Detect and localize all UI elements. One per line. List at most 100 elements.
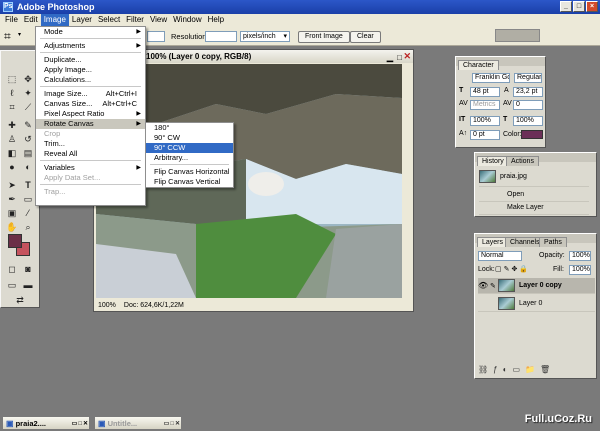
opacity-field[interactable]: 100%: [569, 251, 591, 261]
magic-wand-icon[interactable]: ✦: [21, 87, 35, 99]
text-color-swatch[interactable]: [521, 130, 543, 139]
image_menu-item-variables[interactable]: Variables ▶: [36, 163, 145, 173]
menu-filter[interactable]: Filter: [123, 14, 147, 26]
menu-file[interactable]: File: [2, 14, 21, 26]
tab-character[interactable]: Character: [458, 60, 499, 70]
zoom-level[interactable]: 100%: [98, 302, 116, 309]
tab-paths[interactable]: Paths: [539, 237, 567, 247]
quick-mask-mode-icon[interactable]: ◙: [21, 263, 35, 275]
imageready-icon[interactable]: ⇄: [13, 294, 27, 306]
hand-tool-icon[interactable]: ✋: [5, 221, 19, 233]
minimized-window-praia2[interactable]: ▣ praia2.... ▭□✕: [2, 416, 90, 430]
window-controls-icon[interactable]: ▭□✕: [164, 420, 181, 427]
image_menu-item-reveal-all[interactable]: Reveal All: [36, 149, 145, 159]
history-step-open[interactable]: Open: [479, 188, 589, 202]
crop-tool-icon[interactable]: ⌗: [5, 101, 19, 113]
type-tool-icon[interactable]: T: [21, 179, 35, 191]
menu-image[interactable]: Image: [40, 14, 69, 26]
resolution-unit-select[interactable]: pixels/inch ▾: [240, 31, 290, 42]
image_menu-item-rotate-canvas[interactable]: Rotate Canvas ▶: [36, 119, 145, 129]
history-step-make-layer[interactable]: Make Layer: [479, 201, 589, 215]
tab-layers[interactable]: Layers: [477, 237, 509, 247]
document-minimize-button[interactable]: ▁: [387, 51, 393, 64]
menu-view[interactable]: View: [147, 14, 170, 26]
font-style-select[interactable]: Regular: [514, 73, 542, 83]
menu-window[interactable]: Window: [170, 14, 204, 26]
document-close-button[interactable]: ✕: [403, 50, 411, 63]
close-button[interactable]: ×: [586, 1, 598, 12]
front-image-button[interactable]: Front Image: [298, 31, 350, 43]
rotate_menu-item-flip-canvas-vertical[interactable]: Flip Canvas Vertical: [146, 177, 233, 187]
image_menu-item-mode[interactable]: Mode ▶: [36, 27, 145, 37]
history-brush-icon[interactable]: ↺: [21, 133, 35, 145]
notes-tool-icon[interactable]: ▣: [5, 207, 19, 219]
rotate_menu-item-90-cw[interactable]: 90° CW: [146, 133, 233, 143]
fill-field[interactable]: 100%: [569, 265, 591, 275]
path-select-icon[interactable]: ➤: [5, 179, 19, 191]
font-size-field[interactable]: 48 pt: [470, 87, 500, 97]
tab-history[interactable]: History: [477, 156, 509, 166]
minimize-button[interactable]: _: [560, 1, 572, 12]
image_menu-item-calculations[interactable]: Calculations...: [36, 75, 145, 85]
rotate_menu-item-flip-canvas-horizontal[interactable]: Flip Canvas Horizontal: [146, 167, 233, 177]
image_menu-item-canvas-size[interactable]: Canvas Size... Alt+Ctrl+C: [36, 99, 145, 109]
crop-tool-icon[interactable]: ⌗: [4, 29, 11, 44]
blur-tool-icon[interactable]: ●: [5, 161, 19, 173]
vertical-scale-field[interactable]: 100%: [470, 116, 500, 126]
zoom-tool-icon[interactable]: ⌕: [21, 221, 35, 233]
image_menu-item-apply-image[interactable]: Apply Image...: [36, 65, 145, 75]
rotate_menu-item-90-ccw[interactable]: 90° CCW: [146, 143, 233, 153]
rotate_menu-item-arbitrary[interactable]: Arbitrary...: [146, 153, 233, 163]
window-controls-icon[interactable]: ▭□✕: [72, 420, 89, 427]
blend-mode-select[interactable]: Normal: [478, 251, 522, 261]
eye-icon[interactable]: 👁: [478, 281, 490, 290]
clear-button[interactable]: Clear: [350, 31, 381, 43]
lock-icons[interactable]: ▢✎✥🔒: [495, 265, 530, 273]
palette-well[interactable]: [495, 29, 540, 42]
move-tool-icon[interactable]: ✥: [21, 73, 35, 85]
image_menu-item-adjustments[interactable]: Adjustments ▶: [36, 41, 145, 51]
kerning-field[interactable]: Metrics: [470, 100, 500, 110]
chevron-down-icon[interactable]: ▾: [18, 31, 21, 38]
leading-field[interactable]: 23,2 pt: [513, 87, 543, 97]
menu-select[interactable]: Select: [95, 14, 123, 26]
font-family-select[interactable]: Franklin Gothic D...: [472, 73, 510, 83]
layer-row[interactable]: Layer 0: [478, 296, 595, 312]
shape-tool-icon[interactable]: ▭: [21, 193, 35, 205]
image_menu-item-duplicate[interactable]: Duplicate...: [36, 55, 145, 65]
brush-tool-icon[interactable]: ✎: [21, 119, 35, 131]
lasso-tool-icon[interactable]: ℓ: [5, 87, 19, 99]
layer-row-active[interactable]: 👁 ✎ Layer 0 copy: [478, 278, 595, 294]
slice-tool-icon[interactable]: ⟋: [21, 101, 35, 113]
quick-mask-icon[interactable]: ◻: [5, 263, 19, 275]
gradient-tool-icon[interactable]: ▤: [21, 147, 35, 159]
pen-tool-icon[interactable]: ✒: [5, 193, 19, 205]
resolution-field[interactable]: [205, 31, 237, 42]
layers-footer-icons[interactable]: ⛓ƒ◐▭📁🗑: [478, 365, 593, 375]
maximize-button[interactable]: □: [573, 1, 585, 12]
foreground-color-swatch[interactable]: [8, 234, 22, 248]
minimized-window-untitled[interactable]: ▣ Untitle... ▭□✕: [94, 416, 182, 430]
menu-edit[interactable]: Edit: [21, 14, 41, 26]
full-screen-icon[interactable]: ▬: [21, 279, 35, 291]
healing-brush-icon[interactable]: ✚: [5, 119, 19, 131]
clone-stamp-icon[interactable]: ♙: [5, 133, 19, 145]
horizontal-scale-field[interactable]: 100%: [513, 116, 543, 126]
menu-help[interactable]: Help: [205, 14, 227, 26]
eyedropper-icon[interactable]: ⁄: [21, 207, 35, 219]
tab-actions[interactable]: Actions: [506, 156, 539, 166]
image_menu-item-image-size[interactable]: Image Size... Alt+Ctrl+I: [36, 89, 145, 99]
document-maximize-button[interactable]: □: [397, 51, 402, 64]
marquee-tool-icon[interactable]: ⬚: [5, 73, 19, 85]
menu-layer[interactable]: Layer: [69, 14, 95, 26]
baseline-shift-field[interactable]: 0 pt: [470, 130, 500, 140]
screen-mode-icon[interactable]: ▭: [5, 279, 19, 291]
history-snapshot[interactable]: praia.jpg: [479, 167, 589, 187]
rotate_menu-item-180[interactable]: 180°: [146, 123, 233, 133]
doc-info[interactable]: Doc: 624,6K/1,22M: [124, 302, 184, 309]
tracking-field[interactable]: 0: [513, 100, 543, 110]
eraser-tool-icon[interactable]: ◧: [5, 147, 19, 159]
height-field[interactable]: [147, 31, 165, 42]
image_menu-item-pixel-aspect-ratio[interactable]: Pixel Aspect Ratio ▶: [36, 109, 145, 119]
dodge-tool-icon[interactable]: ◐: [21, 161, 35, 173]
